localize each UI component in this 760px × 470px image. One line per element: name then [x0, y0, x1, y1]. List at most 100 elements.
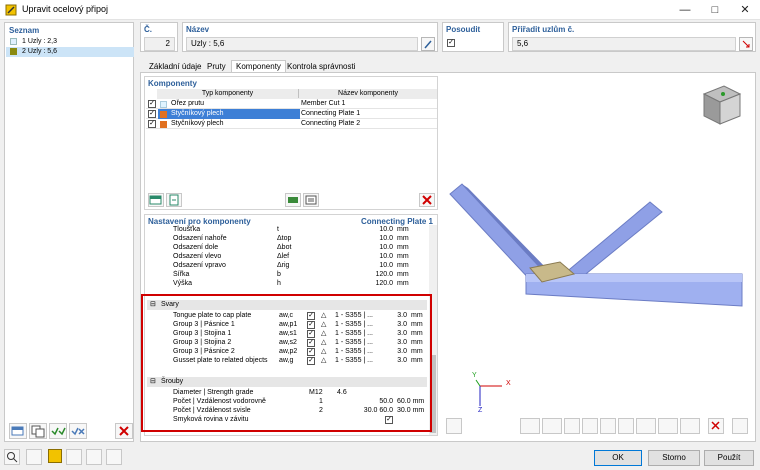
transparency-button[interactable] [658, 418, 678, 434]
assign-label: Přiřadit uzlům č. [512, 25, 575, 34]
maximize-button[interactable]: □ [700, 0, 730, 20]
component-name: Connecting Plate 2 [301, 120, 361, 127]
param-value[interactable]: 10.0 [315, 261, 395, 270]
name-field[interactable]: Uzly : 5,6 [186, 37, 418, 51]
param-row[interactable]: Výška h 120.0 mm [147, 279, 427, 288]
export-view-button[interactable] [732, 418, 748, 434]
list-item-selected[interactable]: 2 Uzly : 5,6 [6, 47, 134, 57]
apply-button[interactable]: Použít [704, 450, 754, 466]
edit-icon [424, 40, 432, 49]
component-type: Ořez prutu [171, 100, 205, 107]
view-y-button[interactable] [582, 418, 598, 434]
param-symbol: Δtop [277, 234, 292, 242]
insert-component-button[interactable] [166, 193, 182, 207]
add-component-button[interactable] [148, 193, 164, 207]
table-row-selected[interactable]: ✓ Styčníkový plech Connecting Plate 1 [146, 109, 437, 119]
ok-button[interactable]: OK [594, 450, 642, 466]
param-value[interactable]: 10.0 [315, 234, 395, 243]
view-x-button[interactable] [564, 418, 580, 434]
view-cube[interactable] [702, 85, 742, 125]
color-swatch [160, 101, 167, 108]
axis-indicator [475, 379, 502, 406]
settings-button[interactable] [86, 449, 102, 465]
param-value[interactable]: 120.0 [315, 279, 395, 288]
row-checkbox[interactable]: ✓ [148, 100, 156, 108]
close-view-icon [711, 421, 720, 430]
param-row[interactable]: Šířka b 120.0 mm [147, 270, 427, 279]
edit-name-button[interactable] [421, 37, 435, 51]
param-value[interactable]: 10.0 [315, 243, 395, 252]
library-icon [305, 195, 317, 205]
row-checkbox[interactable]: ✓ [148, 120, 156, 128]
param-unit: mm [397, 270, 409, 278]
window-title: Upravit ocelový připoj [22, 4, 109, 14]
param-symbol: Δbot [277, 243, 292, 251]
param-value[interactable]: 10.0 [315, 252, 395, 261]
assess-label: Posoudit [446, 25, 481, 34]
param-row[interactable]: Tloušťka t 10.0 mm [147, 225, 427, 234]
param-symbol: Δlef [277, 252, 290, 260]
library-button[interactable] [303, 193, 319, 207]
param-name: Odsazení vpravo [173, 261, 226, 269]
param-symbol: Δrig [277, 261, 290, 269]
cancel-button[interactable]: Storno [648, 450, 700, 466]
name-label: Název [186, 25, 210, 34]
pick-nodes-button[interactable] [739, 37, 753, 51]
param-value[interactable]: 10.0 [315, 225, 395, 234]
component-type: Styčníkový plech [171, 120, 224, 127]
components-header: Komponenty [148, 79, 197, 88]
info-button[interactable] [106, 449, 122, 465]
table-row[interactable]: ✓ Ořez prutu Member Cut 1 [146, 99, 437, 109]
assign-nodes-field[interactable]: 5,6 [512, 37, 736, 51]
color-button[interactable] [48, 449, 62, 463]
view-z-button[interactable] [600, 418, 616, 434]
highlight-frame [141, 294, 432, 432]
3d-view[interactable]: X Y Z [442, 76, 754, 434]
param-name: Šířka [173, 270, 190, 278]
color-swatch [160, 111, 167, 118]
list-item-label: 1 Uzly : 2,3 [22, 38, 58, 45]
param-name: Odsazení nahoře [173, 234, 227, 242]
reset-view-button[interactable] [708, 418, 724, 434]
copy-item-button[interactable] [29, 423, 47, 439]
axis-y-label: Y [472, 372, 477, 379]
axis-x-label: X [506, 380, 511, 387]
display-mode-button[interactable] [542, 418, 562, 434]
view-select-button[interactable] [446, 418, 462, 434]
assess-checkbox[interactable]: ✓ [447, 39, 455, 47]
units-button[interactable] [26, 449, 42, 465]
isometric-view-button[interactable] [618, 418, 634, 434]
param-row[interactable]: Odsazení vpravo Δrig 10.0 mm [147, 261, 427, 270]
new-item-button[interactable] [9, 423, 27, 439]
layers-button[interactable] [636, 418, 656, 434]
table-button[interactable] [66, 449, 82, 465]
bottom-bar: OK Storno Použít [0, 446, 760, 470]
row-checkbox[interactable]: ✓ [148, 110, 156, 118]
component-name: Member Cut 1 [301, 100, 346, 107]
search-button[interactable] [4, 449, 20, 465]
param-row[interactable]: Odsazení vlevo Δlef 10.0 mm [147, 252, 427, 261]
view-toolbar [446, 418, 752, 434]
param-value[interactable]: 120.0 [315, 270, 395, 279]
components-table-header: Typ komponenty Název komponenty [157, 89, 437, 99]
delete-component-button[interactable] [419, 193, 435, 207]
number-field[interactable]: 2 [144, 37, 175, 51]
param-name: Odsazení vlevo [173, 252, 222, 260]
param-symbol: t [277, 225, 279, 233]
minimize-button[interactable]: — [670, 0, 700, 20]
param-row[interactable]: Odsazení dole Δbot 10.0 mm [147, 243, 427, 252]
render-mode-button[interactable] [520, 418, 540, 434]
table-row[interactable]: ✓ Styčníkový plech Connecting Plate 2 [146, 119, 437, 129]
delete-item-button[interactable] [115, 423, 133, 439]
param-symbol: b [277, 270, 281, 278]
print-button[interactable] [680, 418, 700, 434]
axis-z-label: Z [478, 407, 483, 414]
list-item[interactable]: 1 Uzly : 2,3 [6, 37, 132, 47]
uncheck-all-button[interactable] [69, 423, 87, 439]
param-name: Tloušťka [173, 225, 201, 233]
import-component-button[interactable] [285, 193, 301, 207]
plate-params: Tloušťka t 10.0 mm Odsazení nahoře Δtop 10.0 m… [147, 225, 427, 293]
close-button[interactable]: ✕ [730, 0, 760, 20]
check-all-button[interactable] [49, 423, 67, 439]
param-row[interactable]: Odsazení nahoře Δtop 10.0 mm [147, 234, 427, 243]
